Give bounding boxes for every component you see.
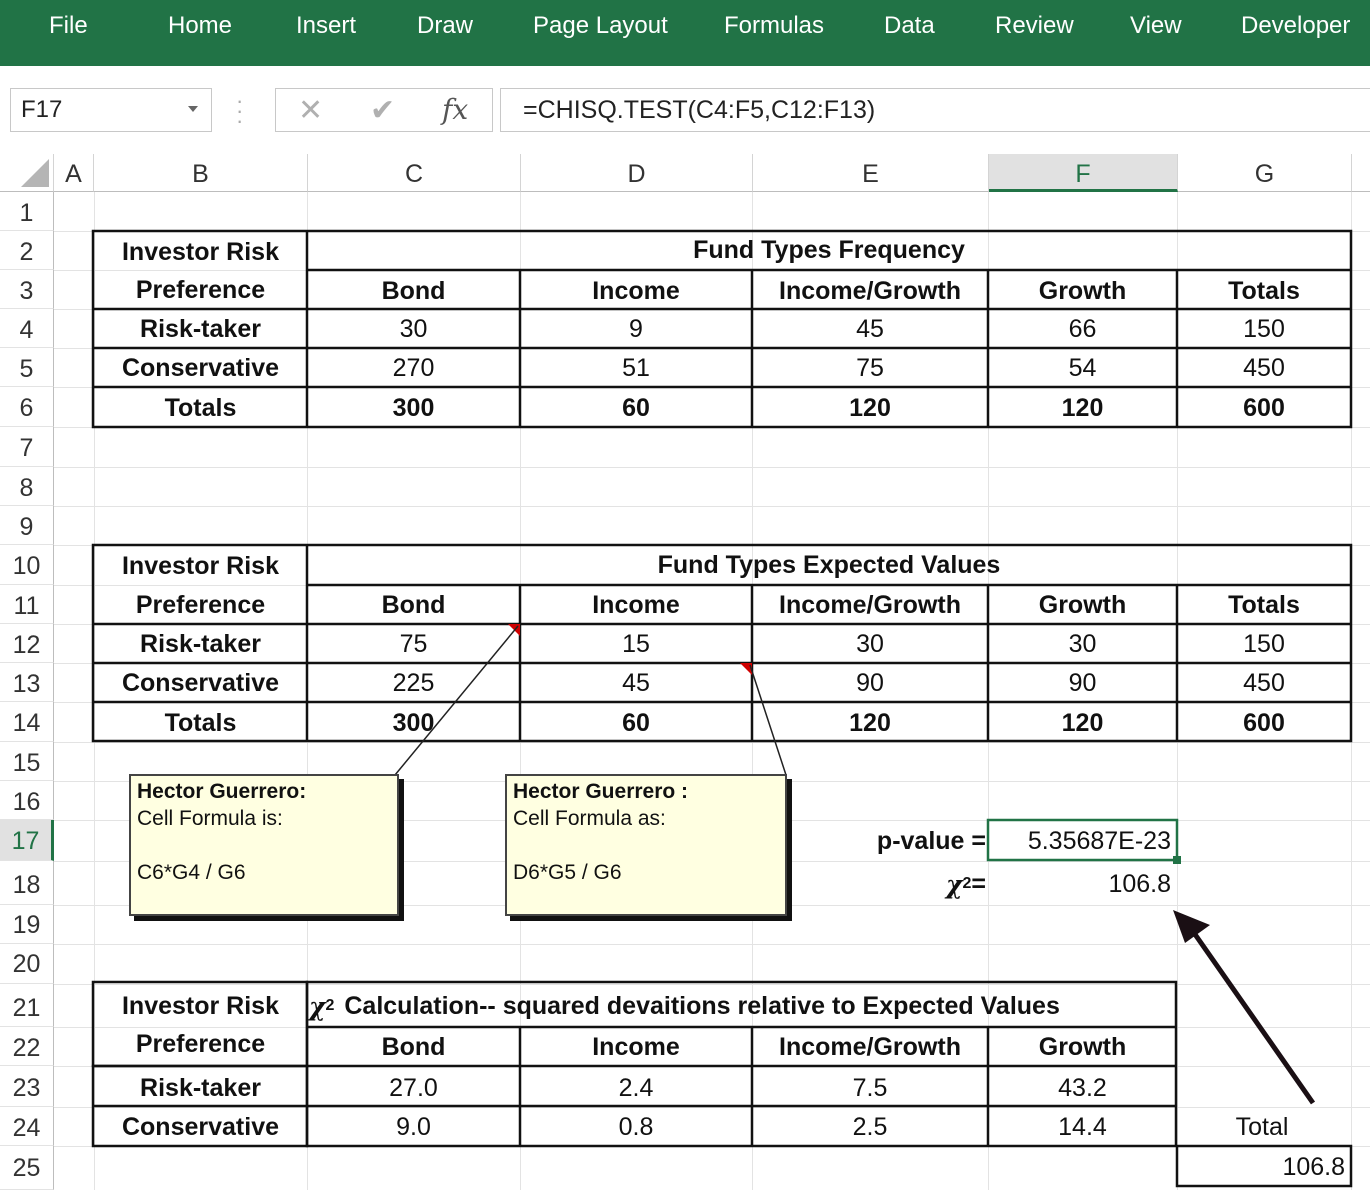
chi-square-value[interactable]: 106.8 bbox=[988, 862, 1177, 906]
t1-header-bond: Bond bbox=[381, 277, 446, 305]
t2-cell[interactable]: 225 bbox=[307, 663, 520, 703]
comment-text: Cell Formula is: bbox=[137, 807, 283, 830]
t3-rowheader-line1: Investor Risk bbox=[121, 991, 279, 1020]
comment-author: Hector Guerrero : bbox=[513, 780, 689, 803]
t1-cell[interactable]: 9 bbox=[520, 309, 752, 349]
t1-cell[interactable]: 75 bbox=[752, 348, 988, 388]
t2-cell[interactable]: 15 bbox=[520, 624, 752, 664]
comment-author: Hector Guerrero: bbox=[137, 780, 307, 803]
t3-cell[interactable]: 2.4 bbox=[520, 1068, 752, 1108]
t1-cell[interactable]: 54 bbox=[988, 348, 1177, 388]
t2-cell[interactable]: 600 bbox=[1177, 703, 1351, 743]
t1-cell[interactable]: 300 bbox=[307, 388, 520, 428]
t2-rowheader-line2: Preference bbox=[135, 590, 266, 619]
comment-box[interactable]: Hector Guerrero: Cell Formula is: C6*G4 … bbox=[129, 774, 399, 916]
t1-cell[interactable]: 120 bbox=[988, 388, 1177, 428]
t2-row-label: Risk-taker bbox=[140, 629, 261, 658]
t2-header-growth: Growth bbox=[1038, 591, 1127, 619]
t2-cell[interactable]: 30 bbox=[752, 624, 988, 664]
t1-cell[interactable]: 120 bbox=[752, 388, 988, 428]
comment-text: Cell Formula as: bbox=[513, 807, 666, 830]
t2-header-income: Income bbox=[592, 591, 680, 619]
pvalue-label: p-value = bbox=[876, 826, 986, 855]
t3-row-label: Conservative bbox=[121, 1112, 280, 1141]
t1-rowheader-line1: Investor Risk bbox=[121, 237, 279, 266]
t3-rowheader-line2: Preference bbox=[135, 1029, 266, 1058]
t1-cell[interactable]: 30 bbox=[307, 309, 520, 349]
t2-rowheader-line1: Investor Risk bbox=[121, 552, 279, 580]
t2-cell[interactable]: 150 bbox=[1177, 624, 1351, 664]
t2-header-totals: Totals bbox=[1228, 591, 1300, 619]
t1-row-label: Totals bbox=[164, 393, 237, 422]
t3-header-income-growth: Income/Growth bbox=[779, 1033, 961, 1061]
t3-cell[interactable]: 2.5 bbox=[752, 1107, 988, 1147]
t1-title: Fund Types Frequency bbox=[693, 236, 965, 264]
t2-cell[interactable]: 120 bbox=[752, 703, 988, 743]
comment-formula: D6*G5 / G6 bbox=[513, 861, 622, 884]
t2-cell[interactable]: 45 bbox=[520, 663, 752, 703]
t3-title: χ 2 Calculation-- squared devaitions relat… bbox=[309, 984, 1176, 1028]
t2-cell[interactable]: 60 bbox=[520, 703, 752, 743]
t2-header-bond: Bond bbox=[381, 591, 446, 619]
t1-cell[interactable]: 51 bbox=[520, 348, 752, 388]
t3-cell[interactable]: 43.2 bbox=[988, 1068, 1177, 1108]
chi-exponent: 2 bbox=[962, 875, 972, 892]
t1-cell[interactable]: 66 bbox=[988, 309, 1177, 349]
t3-header-bond: Bond bbox=[381, 1033, 446, 1061]
t3-cell[interactable]: 9.0 bbox=[307, 1107, 520, 1147]
t1-cell[interactable]: 60 bbox=[520, 388, 752, 428]
t1-header-growth: Growth bbox=[1038, 277, 1127, 305]
t2-cell[interactable]: 30 bbox=[988, 624, 1177, 664]
t1-cell[interactable]: 150 bbox=[1177, 309, 1351, 349]
t3-cell[interactable]: 14.4 bbox=[988, 1107, 1177, 1147]
chi-equals: = bbox=[971, 869, 986, 898]
t2-cell[interactable]: 75 bbox=[307, 624, 520, 664]
t2-cell[interactable]: 300 bbox=[307, 703, 520, 743]
total-label: Total bbox=[1235, 1112, 1289, 1141]
t1-cell[interactable]: 45 bbox=[752, 309, 988, 349]
t1-cell[interactable]: 600 bbox=[1177, 388, 1351, 428]
t2-cell[interactable]: 90 bbox=[988, 663, 1177, 703]
t1-row-label: Conservative bbox=[121, 353, 280, 382]
pvalue-cell[interactable]: 5.35687E-23 bbox=[988, 821, 1177, 861]
t3-header-income: Income bbox=[592, 1033, 680, 1061]
t2-cell[interactable]: 450 bbox=[1177, 663, 1351, 703]
chi-square-label: χ2 = bbox=[800, 862, 988, 906]
comment-formula: C6*G4 / G6 bbox=[137, 861, 246, 884]
t3-header-growth: Growth bbox=[1038, 1033, 1127, 1061]
t2-row-label: Conservative bbox=[121, 668, 280, 697]
t1-cell[interactable]: 270 bbox=[307, 348, 520, 388]
t1-header-income-growth: Income/Growth bbox=[779, 277, 961, 305]
t3-cell[interactable]: 7.5 bbox=[752, 1068, 988, 1108]
total-value[interactable]: 106.8 bbox=[1177, 1147, 1351, 1187]
chi-symbol: χ bbox=[946, 869, 963, 899]
t2-header-income-growth: Income/Growth bbox=[779, 591, 961, 619]
t2-cell[interactable]: 90 bbox=[752, 663, 988, 703]
t2-cell[interactable]: 120 bbox=[988, 703, 1177, 743]
t3-cell[interactable]: 0.8 bbox=[520, 1107, 752, 1147]
t3-title-text: Calculation-- squared devaitions relativ… bbox=[344, 991, 1060, 1020]
t1-header-income: Income bbox=[592, 277, 680, 305]
t1-rowheader-line2: Preference bbox=[135, 275, 266, 304]
comment-box[interactable]: Hector Guerrero : Cell Formula as: D6*G5… bbox=[505, 774, 787, 916]
chi-symbol: χ bbox=[309, 991, 326, 1021]
t1-cell[interactable]: 450 bbox=[1177, 348, 1351, 388]
chi-exponent: 2 bbox=[325, 997, 335, 1014]
t1-header-totals: Totals bbox=[1228, 277, 1300, 305]
t1-row-label: Risk-taker bbox=[140, 314, 261, 343]
t2-title: Fund Types Expected Values bbox=[657, 550, 1001, 579]
t3-cell[interactable]: 27.0 bbox=[307, 1068, 520, 1108]
t3-row-label: Risk-taker bbox=[140, 1073, 261, 1102]
t2-row-label: Totals bbox=[164, 708, 237, 737]
